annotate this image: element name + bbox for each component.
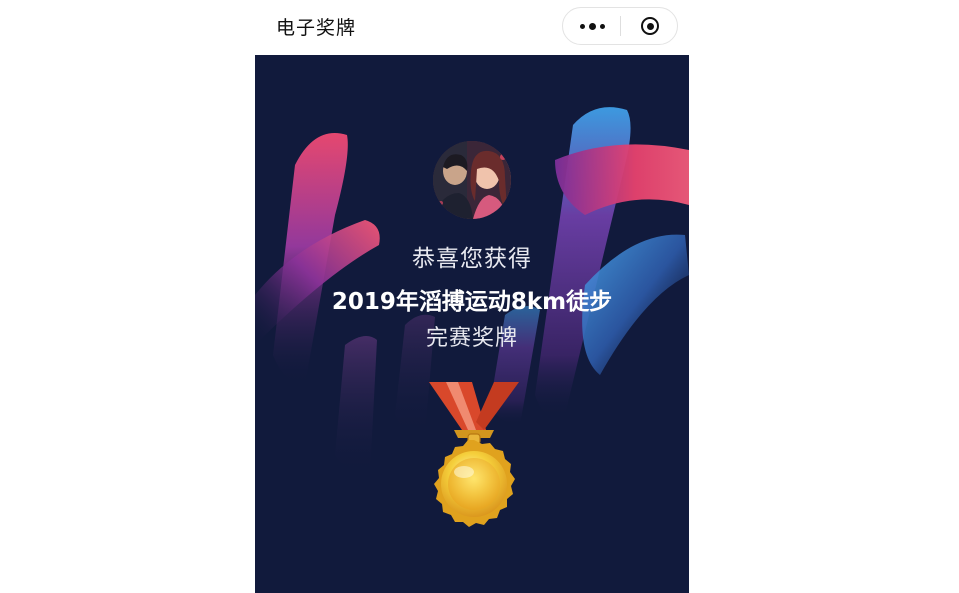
- more-dots-icon: [579, 22, 605, 30]
- avatar-photo: [433, 141, 511, 219]
- mini-program-window: 电子奖牌 恭喜您获得 2019年滔搏运动8km徒步 完赛奖牌: [255, 0, 689, 593]
- capsule-menu: [562, 7, 678, 45]
- more-button[interactable]: [563, 8, 621, 44]
- user-avatar: [433, 141, 511, 219]
- event-name: 2019年滔搏运动8km徒步: [331, 289, 613, 315]
- navigation-bar: 电子奖牌: [255, 0, 689, 55]
- gold-medal-icon: [429, 382, 519, 527]
- congrats-text: 恭喜您获得: [412, 246, 532, 272]
- medal-certificate-card: 恭喜您获得 2019年滔搏运动8km徒步 完赛奖牌: [255, 55, 689, 593]
- target-close-icon: [641, 17, 659, 35]
- page-title: 电子奖牌: [276, 17, 357, 39]
- award-text: 完赛奖牌: [425, 326, 518, 351]
- close-button[interactable]: [621, 8, 679, 44]
